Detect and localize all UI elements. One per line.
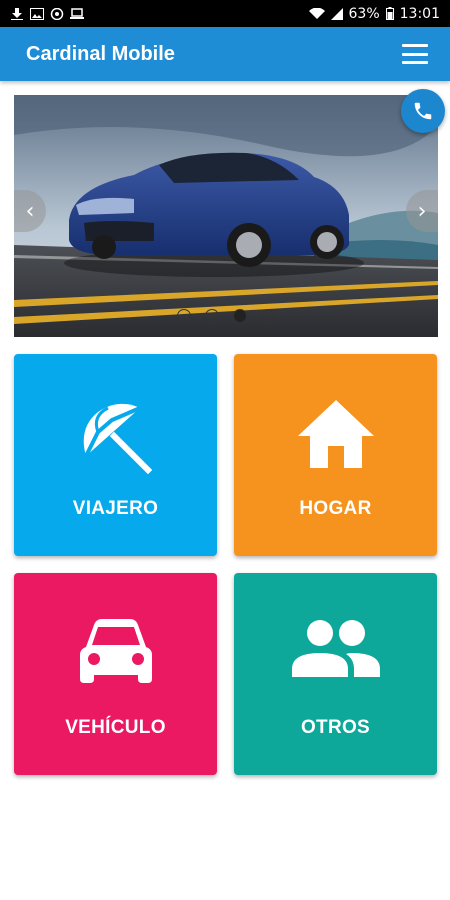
beach-umbrella-icon bbox=[83, 403, 152, 474]
carousel-dot[interactable] bbox=[261, 309, 275, 323]
category-label: VIAJERO bbox=[72, 498, 159, 519]
notification-icons bbox=[10, 7, 84, 20]
carousel-dot[interactable] bbox=[233, 309, 247, 323]
battery-percent: 63% bbox=[348, 5, 380, 22]
app-bar: Cardinal Mobile bbox=[0, 27, 450, 81]
category-label: VEHÍCULO bbox=[65, 717, 166, 738]
battery-icon bbox=[385, 7, 394, 20]
status-bar: 63% 13:01 bbox=[0, 0, 450, 27]
people-icon bbox=[291, 620, 380, 677]
system-icons: 63% 13:01 bbox=[308, 5, 440, 22]
house-icon bbox=[297, 400, 374, 468]
download-icon bbox=[11, 7, 23, 20]
image-icon bbox=[30, 7, 44, 20]
category-tile-otros[interactable]: OTROS bbox=[234, 573, 437, 775]
signal-icon bbox=[330, 7, 343, 20]
car-icon bbox=[79, 619, 152, 683]
category-tile-hogar[interactable]: HOGAR bbox=[234, 354, 437, 556]
category-label: OTROS bbox=[300, 717, 371, 738]
carousel-dot[interactable] bbox=[205, 309, 219, 323]
phone-icon bbox=[414, 102, 432, 120]
clock: 13:01 bbox=[399, 5, 440, 22]
laptop-icon bbox=[70, 7, 84, 19]
category-tile-viajero[interactable]: VIAJERO bbox=[14, 354, 217, 556]
carousel-indicators bbox=[14, 309, 438, 323]
hamburger-menu-icon[interactable] bbox=[402, 44, 428, 64]
app-title: Cardinal Mobile bbox=[26, 42, 175, 65]
image-carousel[interactable]: ‹ › bbox=[14, 95, 438, 337]
category-tile-vehiculo[interactable]: VEHÍCULO bbox=[14, 573, 217, 775]
carousel-image bbox=[14, 95, 438, 337]
carousel-dot[interactable] bbox=[177, 309, 191, 323]
category-label: HOGAR bbox=[299, 498, 372, 519]
settings-circle-icon bbox=[50, 7, 64, 20]
call-button[interactable] bbox=[401, 89, 445, 133]
wifi-icon bbox=[308, 7, 325, 19]
